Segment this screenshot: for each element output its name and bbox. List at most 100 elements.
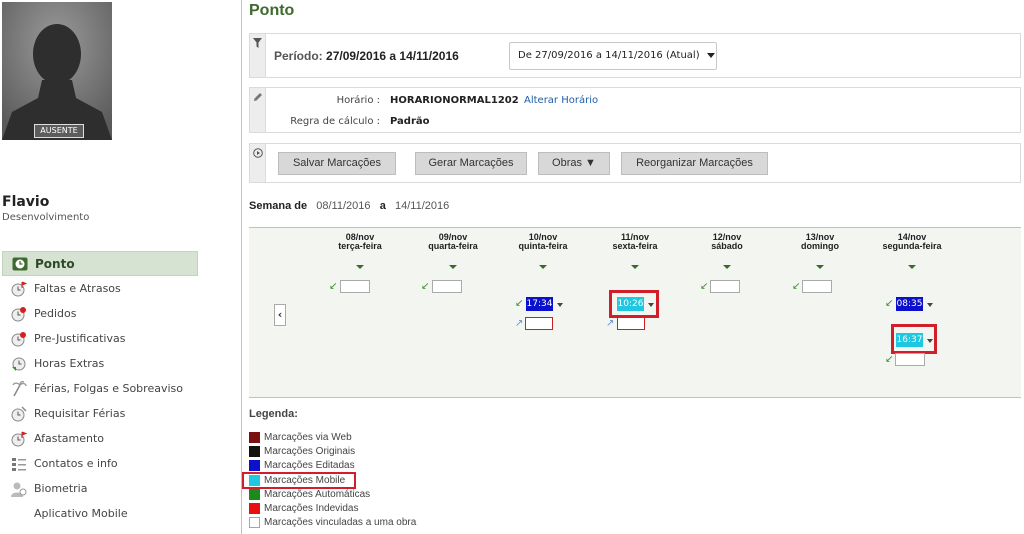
day-header: 11/nov sexta-feira [590,233,680,251]
day-header: 10/nov quinta-feira [498,233,588,251]
sidebar-item-label: Pre-Justificativas [34,332,126,345]
sidebar-item-ferias-folgas[interactable]: Férias, Folgas e Sobreaviso [2,376,198,401]
sidebar-item-label: Contatos e info [34,457,118,470]
avatar-silhouette-icon [2,2,112,140]
mark-mobile-tag[interactable]: 16:37 [896,333,923,347]
mark-edited-tag[interactable]: 17:34 [526,297,553,311]
period-value: 27/09/2016 a 14/11/2016 [326,49,459,63]
user-name: Flavio [2,194,50,210]
legend-swatch [249,488,260,500]
clock-flag-icon [10,281,28,297]
entry-arrow-icon: ↙ [885,354,894,365]
sidebar-item-label: Aplicativo Mobile [34,507,128,520]
legend-item: Marcações Automáticas [249,487,370,501]
legend-swatch [249,445,260,457]
entry-arrow-icon: ↙ [885,298,894,309]
day-weekday: domingo [801,241,839,251]
mark-menu-icon[interactable] [927,339,933,343]
mark-input[interactable] [340,280,370,293]
sidebar-item-label: Horas Extras [34,357,105,370]
sidebar-item-label: Faltas e Atrasos [34,282,121,295]
exit-arrow-icon: ↗ [515,318,524,329]
mark-input[interactable] [525,317,553,330]
mark-menu-icon[interactable] [557,303,563,307]
legend-item: Marcações Indevidas [249,501,359,515]
actions-panel: Salvar Marcações Gerar Marcações Obras ▼… [249,143,1021,183]
mark-input[interactable] [895,353,925,366]
save-marks-button[interactable]: Salvar Marcações [278,152,396,175]
legend-swatch [249,502,260,514]
day-weekday: quinta-feira [518,241,568,251]
sidebar-item-label: Ponto [35,256,75,271]
works-dropdown-button[interactable]: Obras ▼ [538,152,610,175]
sidebar-item-label: Férias, Folgas e Sobreaviso [34,382,183,395]
legend-label: Marcações via Web [264,431,352,443]
exit-arrow-icon: ↗ [606,318,615,329]
sidebar-item-requisitar-ferias[interactable]: Requisitar Férias [2,401,198,426]
day-header: 12/nov sábado [682,233,772,251]
mark-input[interactable] [802,280,832,293]
day-expand-icon[interactable] [908,265,916,269]
period-caption: Período: [274,49,323,63]
change-schedule-link[interactable]: Alterar Horário [524,95,598,106]
sidebar-item-horas-extras[interactable]: Horas Extras [2,351,198,376]
week-separator: a [379,200,386,212]
sidebar-item-faltas[interactable]: Faltas e Atrasos [2,276,198,301]
contacts-icon [10,456,28,472]
legend-item: Marcações vinculadas a uma obra [249,515,416,529]
day-weekday: segunda-feira [882,241,942,251]
generate-marks-button[interactable]: Gerar Marcações [415,152,527,175]
prev-week-button[interactable]: ‹ [274,304,286,326]
sidebar-item-pre-justificativas[interactable]: Pre-Justificativas [2,326,198,351]
day-expand-icon[interactable] [816,265,824,269]
day-expand-icon[interactable] [723,265,731,269]
sidebar-item-pedidos[interactable]: Pedidos [2,301,198,326]
biometry-icon [10,481,28,497]
day-header: 14/nov segunda-feira [867,233,957,251]
clock-justify-icon [10,331,28,347]
sidebar-item-contatos[interactable]: Contatos e info [2,451,198,476]
legend-label: Marcações Indevidas [264,502,359,514]
legend-item: Marcações Editadas [249,458,355,472]
day-header: 08/nov terça-feira [315,233,405,251]
palm-icon [10,380,28,397]
sidebar-item-biometria[interactable]: Biometria [2,476,198,501]
reorganize-marks-button[interactable]: Reorganizar Marcações [621,152,768,175]
legend-label: Marcações Originais [264,445,356,457]
rule-label: Regra de cálculo : [290,116,380,127]
day-expand-icon[interactable] [356,265,364,269]
mark-menu-icon[interactable] [648,303,654,307]
mark-mobile-tag[interactable]: 10:26 [617,297,644,311]
entry-arrow-icon: ↙ [792,281,801,292]
entry-arrow-icon: ↙ [329,281,338,292]
day-expand-icon[interactable] [631,265,639,269]
mark-input[interactable] [432,280,462,293]
entry-arrow-icon: ↙ [700,281,709,292]
day-weekday: sexta-feira [612,241,658,251]
legend-swatch [249,459,260,471]
mark-input[interactable] [617,317,645,330]
day-expand-icon[interactable] [449,265,457,269]
entry-arrow-icon: ↙ [421,281,430,292]
sidebar-item-ponto[interactable]: Ponto [2,251,198,276]
clock-vacation-icon [10,405,28,422]
legend-item: Marcações Originais [249,444,355,458]
day-header: 13/nov domingo [775,233,865,251]
week-end: 14/11/2016 [394,200,450,212]
period-select[interactable]: De 27/09/2016 a 14/11/2016 (Atual) [509,42,717,70]
period-select-value: De 27/09/2016 a 14/11/2016 (Atual) [518,50,700,61]
mark-input[interactable] [710,280,740,293]
period-label: Período: 27/09/2016 a 14/11/2016 [274,49,459,63]
sidebar-item-afastamento[interactable]: Afastamento [2,426,198,451]
sidebar-item-aplicativo-mobile[interactable]: Aplicativo Mobile [2,501,198,526]
panel-sidebar [250,34,266,77]
legend-label: Marcações vinculadas a uma obra [264,516,417,528]
mark-menu-icon[interactable] [927,303,933,307]
day-expand-icon[interactable] [539,265,547,269]
legend-label: Marcações Automáticas [264,488,371,500]
week-start: 08/11/2016 [316,200,371,212]
week-caption: Semana de [249,200,308,212]
mark-edited-tag[interactable]: 08:35 [896,297,923,311]
week-label: Semana de 08/11/2016 a 14/11/2016 [249,200,449,212]
clock-absence-icon [10,431,28,447]
